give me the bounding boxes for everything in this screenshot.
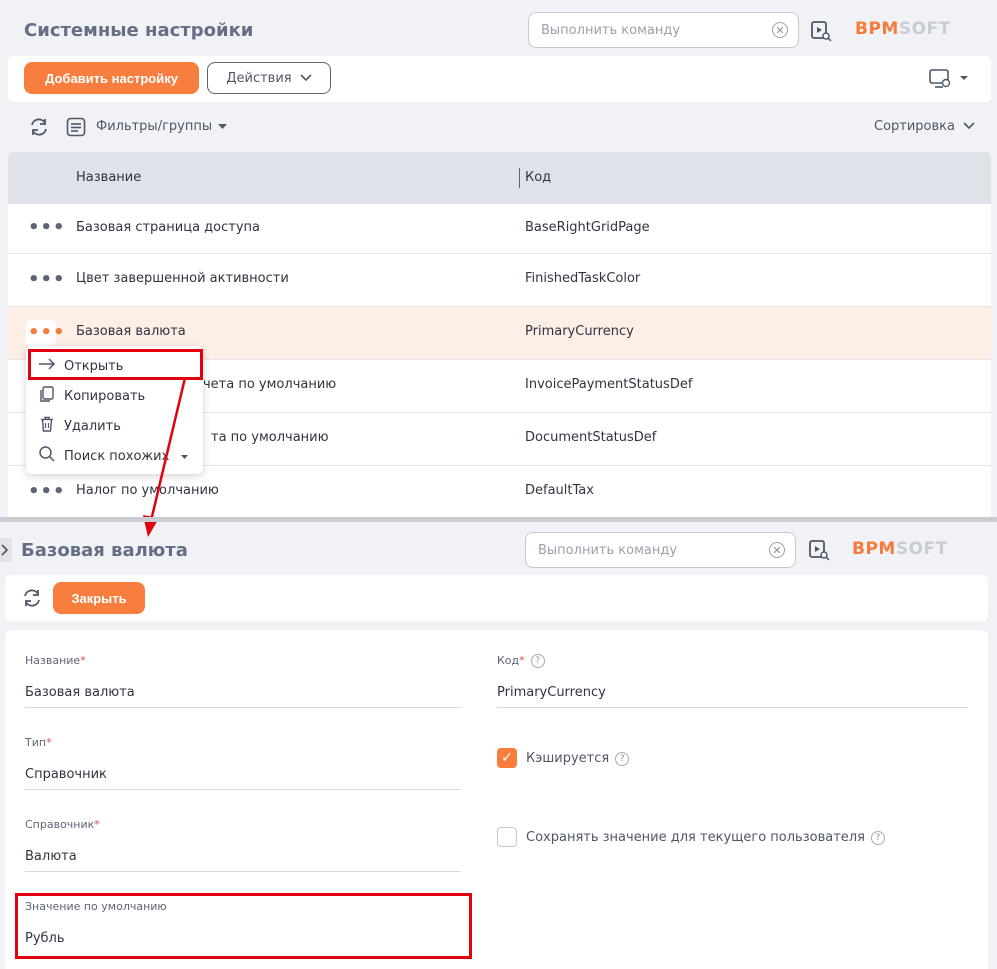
check-icon: ✓: [501, 750, 513, 766]
menu-item-label: Удалить: [64, 418, 121, 434]
table-row[interactable]: ••• Цвет завершенной активности Finished…: [8, 254, 991, 307]
search-icon: [38, 445, 56, 467]
highlight-box-default-value: [15, 893, 472, 959]
cell-code: DocumentStatusDef: [525, 430, 657, 445]
command-input-box[interactable]: ✕: [525, 532, 796, 568]
section-divider: [0, 517, 997, 522]
chevron-right-icon: [1, 544, 9, 556]
row-actions-icon[interactable]: •••: [28, 324, 66, 342]
help-icon[interactable]: ?: [870, 830, 885, 845]
name-underline: [25, 707, 461, 708]
bpmsoft-logo: BPMSOFT: [855, 19, 951, 39]
command-input-box[interactable]: ✕: [528, 12, 799, 48]
cell-code: InvoicePaymentStatusDef: [525, 377, 693, 392]
column-header-name[interactable]: Название: [76, 170, 141, 185]
logo-part1: BPM: [855, 19, 899, 39]
name-field[interactable]: Базовая валюта: [25, 685, 135, 700]
refresh-icon[interactable]: [28, 116, 50, 142]
cell-name: Базовая валюта: [76, 324, 186, 339]
clear-icon[interactable]: ✕: [772, 22, 788, 38]
cell-name: чета по умолчанию: [203, 377, 337, 392]
clear-icon[interactable]: ✕: [769, 542, 785, 558]
save-for-user-checkbox[interactable]: [497, 827, 517, 847]
logo-part2: SOFT: [895, 539, 948, 559]
bpmsoft-logo: BPMSOFT: [852, 539, 948, 559]
command-input[interactable]: [538, 542, 769, 558]
lookup-field[interactable]: Валюта: [25, 849, 77, 864]
filters-groups-button[interactable]: Фильтры/группы: [96, 119, 228, 134]
logo-part2: SOFT: [898, 19, 951, 39]
command-input[interactable]: [541, 22, 772, 38]
help-icon[interactable]: ?: [615, 751, 630, 766]
filters-label: Фильтры/группы: [96, 119, 213, 134]
logo-part1: BPM: [852, 539, 896, 559]
actions-button[interactable]: Действия: [207, 62, 331, 94]
sort-label: Сортировка: [874, 119, 955, 134]
video-search-icon[interactable]: [810, 20, 832, 46]
lookup-underline: [25, 871, 461, 872]
close-button[interactable]: Закрыть: [53, 582, 145, 614]
trash-icon: [38, 415, 56, 437]
grid-header: Название Код: [8, 152, 991, 204]
actions-label: Действия: [226, 70, 292, 86]
cell-code: PrimaryCurrency: [525, 324, 634, 339]
annotation-arrow: [143, 377, 187, 537]
expand-panel-handle[interactable]: [0, 538, 12, 562]
code-label: Код*?: [497, 654, 545, 668]
chevron-down-icon: [300, 71, 312, 86]
cached-checkbox[interactable]: ✓: [497, 748, 517, 768]
help-icon[interactable]: ?: [530, 654, 545, 668]
type-underline: [25, 789, 461, 790]
name-label: Название*: [25, 654, 86, 667]
cell-code: DefaultTax: [525, 483, 594, 498]
column-divider[interactable]: [519, 168, 520, 188]
row-actions-icon[interactable]: •••: [28, 219, 66, 237]
code-field[interactable]: PrimaryCurrency: [497, 685, 606, 700]
type-field[interactable]: Справочник: [25, 767, 107, 782]
save-for-user-label: Сохранять значение для текущего пользова…: [526, 830, 885, 845]
lookup-label: Справочник*: [25, 818, 100, 831]
cell-name: Базовая страница доступа: [76, 220, 260, 235]
video-search-icon[interactable]: [808, 539, 830, 565]
cell-name: Цвет завершенной активности: [76, 271, 289, 286]
monitor-settings-icon[interactable]: [928, 68, 970, 94]
cached-label: Кэшируется?: [526, 751, 630, 766]
filter-list-icon[interactable]: [66, 117, 86, 141]
refresh-icon[interactable]: [21, 587, 43, 613]
add-setting-button[interactable]: Добавить настройку: [24, 62, 199, 94]
menu-item-label: Копировать: [64, 388, 146, 404]
type-label: Тип*: [25, 736, 52, 749]
column-header-code[interactable]: Код: [525, 170, 551, 185]
cell-name: та по умолчанию: [211, 430, 329, 445]
code-underline: [497, 707, 968, 708]
cell-code: FinishedTaskColor: [525, 271, 641, 286]
cell-code: BaseRightGridPage: [525, 220, 650, 235]
sort-button[interactable]: Сортировка: [874, 119, 975, 134]
row-actions-icon[interactable]: •••: [28, 271, 66, 289]
card-title: Базовая валюта: [21, 540, 188, 561]
chevron-down-icon: [963, 119, 975, 134]
caret-down-icon: [218, 119, 228, 134]
card-toolbar-panel: [5, 575, 988, 621]
row-actions-icon[interactable]: •••: [28, 483, 66, 501]
copy-icon: [38, 385, 56, 407]
page-title: Системные настройки: [24, 20, 254, 41]
table-row[interactable]: ••• Базовая страница доступа BaseRightGr…: [8, 204, 991, 254]
